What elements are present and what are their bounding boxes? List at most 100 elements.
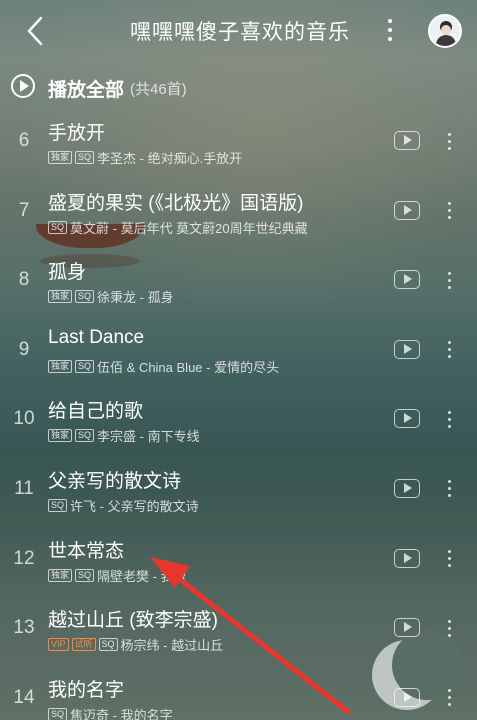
more-dot bbox=[447, 703, 451, 707]
song-tag-badge: SQ bbox=[75, 429, 95, 443]
song-tag-badge: 独家 bbox=[48, 359, 73, 373]
song-tag-badge: 试听 bbox=[71, 638, 96, 652]
more-dot bbox=[447, 487, 451, 491]
mv-play-icon[interactable] bbox=[394, 548, 420, 568]
more-dot bbox=[447, 480, 451, 484]
song-more-icon[interactable] bbox=[443, 406, 455, 432]
more-dot bbox=[447, 216, 451, 220]
song-tag-badge: SQ bbox=[75, 359, 95, 373]
song-tag-badge: 独家 bbox=[48, 151, 73, 164]
song-row[interactable]: 8 孤身独家 SQ 徐秉龙 - 孤身 bbox=[0, 245, 477, 315]
mv-play-icon[interactable] bbox=[394, 687, 420, 707]
back-chevron-icon bbox=[27, 16, 43, 46]
mv-play-icon[interactable] bbox=[394, 339, 420, 359]
song-index: 12 bbox=[13, 547, 35, 569]
more-dot bbox=[447, 355, 451, 359]
more-dot bbox=[447, 564, 451, 568]
more-dot bbox=[388, 37, 392, 41]
more-dot bbox=[447, 348, 451, 352]
top-bar: 嘿嘿嘿傻子喜欢的音乐 bbox=[0, 0, 477, 62]
song-artist-album: 莫文蔚 - 莫后年代 莫文蔚20周年世纪典藏 bbox=[70, 220, 308, 236]
song-meta: 独家 SQ 李圣杰 - 绝对痴心.手放开 bbox=[48, 148, 242, 167]
back-button[interactable] bbox=[18, 14, 52, 48]
song-tag-badge: SQ bbox=[75, 290, 95, 304]
more-dot bbox=[447, 424, 451, 428]
play-all-label: 播放全部 bbox=[48, 80, 125, 101]
song-title: 世本常态 bbox=[48, 540, 125, 562]
song-artist-album: 隔壁老樊 - 我曾 bbox=[97, 568, 187, 584]
song-index: 9 bbox=[18, 338, 30, 360]
song-more-icon[interactable] bbox=[443, 198, 455, 224]
more-dot bbox=[447, 278, 451, 282]
song-more-icon[interactable] bbox=[443, 337, 455, 363]
song-row[interactable]: 10 给自己的歌 独家 SQ 李宗盛 - 南下专线 bbox=[0, 384, 477, 454]
more-dot bbox=[447, 132, 451, 136]
more-dot bbox=[447, 341, 451, 345]
song-tag-badge: SQ bbox=[75, 568, 95, 582]
playlist-title: 嘿嘿嘿傻子喜欢的音乐 bbox=[130, 21, 350, 44]
song-row[interactable]: 13 越过山丘 (致李宗盛) VIP 试听 SQ 杨宗纬 - 越过山丘 bbox=[0, 593, 477, 663]
mv-play-icon[interactable] bbox=[394, 618, 420, 638]
song-more-icon[interactable] bbox=[443, 128, 455, 154]
song-more-icon[interactable] bbox=[443, 267, 455, 293]
song-title: 孤身 bbox=[48, 262, 87, 284]
more-dot bbox=[447, 689, 451, 693]
play-circle-icon bbox=[11, 74, 35, 98]
more-dot bbox=[447, 271, 451, 275]
song-title: 父亲写的散文诗 bbox=[48, 470, 182, 492]
more-dot bbox=[447, 696, 451, 700]
song-index: 8 bbox=[18, 269, 30, 291]
song-tag-badge: SQ bbox=[48, 498, 68, 512]
song-meta: SQ 焦迈奇 - 我的名字 bbox=[48, 705, 173, 720]
song-row[interactable]: 14 我的名字 SQ 焦迈奇 - 我的名字 bbox=[0, 663, 477, 720]
song-index: 7 bbox=[18, 199, 30, 221]
song-list: 6 手放开 独家 SQ 李圣杰 - 绝对痴心.手放开 7 盛夏的果实 (《北极光》国语版) S… bbox=[0, 106, 477, 720]
more-dot bbox=[447, 209, 451, 213]
song-count: (共46首) bbox=[130, 81, 187, 98]
mv-play-icon[interactable] bbox=[394, 200, 420, 220]
song-more-icon[interactable] bbox=[443, 476, 455, 502]
song-title: 越过山丘 (致李宗盛) bbox=[48, 610, 218, 632]
song-title: 手放开 bbox=[48, 123, 106, 144]
more-dot bbox=[447, 417, 451, 421]
more-dot bbox=[447, 557, 451, 561]
mv-play-icon[interactable] bbox=[394, 270, 420, 290]
song-artist-album: 徐秉龙 - 孤身 bbox=[97, 290, 174, 306]
song-index: 6 bbox=[18, 130, 30, 151]
song-row[interactable]: 7 盛夏的果实 (《北极光》国语版) SQ 莫文蔚 - 莫后年代 莫文蔚20周年世纪典… bbox=[0, 176, 477, 246]
song-artist-album: 杨宗纬 - 越过山丘 bbox=[120, 638, 224, 654]
more-dot bbox=[447, 285, 451, 289]
song-artist-album: 李宗盛 - 南下专线 bbox=[97, 429, 200, 445]
song-tag-badge: 独家 bbox=[48, 568, 73, 582]
more-dot bbox=[447, 494, 451, 498]
song-meta: 独家 SQ 徐秉龙 - 孤身 bbox=[48, 287, 174, 306]
song-row[interactable]: 6 手放开独家 SQ 李圣杰 - 绝对痴心.手放开 bbox=[0, 106, 477, 176]
more-options-button[interactable] bbox=[380, 12, 400, 48]
song-index: 10 bbox=[13, 408, 35, 430]
song-more-icon[interactable] bbox=[443, 546, 455, 572]
user-avatar[interactable] bbox=[428, 14, 462, 48]
avatar-body bbox=[436, 35, 456, 46]
song-row[interactable]: 11 父亲写的散文诗 SQ 许飞 - 父亲写的散文诗 bbox=[0, 454, 477, 524]
song-more-icon[interactable] bbox=[443, 615, 455, 641]
more-dot bbox=[388, 28, 392, 32]
song-row[interactable]: 9 Last Dance 独家 SQ 伍佰 & China Blue - 爱情的尽头 bbox=[0, 315, 477, 385]
more-dot bbox=[447, 626, 451, 630]
mv-play-icon[interactable] bbox=[394, 409, 420, 429]
song-tag-badge: SQ bbox=[48, 707, 68, 720]
song-meta: 独家 SQ 李宗盛 - 南下专线 bbox=[48, 426, 200, 445]
mv-play-icon[interactable] bbox=[394, 131, 420, 150]
song-row[interactable]: 12 世本常态独家 SQ 隔壁老樊 - 我曾 bbox=[0, 524, 477, 594]
song-artist-album: 伍佰 & China Blue - 爱情的尽头 bbox=[97, 359, 280, 375]
more-dot bbox=[447, 633, 451, 637]
song-tag-badge: SQ bbox=[48, 220, 68, 234]
song-artist-album: 李圣杰 - 绝对痴心.手放开 bbox=[97, 151, 243, 166]
play-all-button[interactable]: 播放全部 (共46首) bbox=[0, 64, 477, 108]
more-dot bbox=[447, 146, 451, 150]
mv-play-icon[interactable] bbox=[394, 478, 420, 498]
song-index: 14 bbox=[13, 686, 35, 708]
song-more-icon[interactable] bbox=[443, 685, 455, 711]
song-tag-badge: SQ bbox=[98, 638, 118, 652]
more-dot bbox=[447, 202, 451, 206]
avatar-face bbox=[441, 25, 451, 35]
